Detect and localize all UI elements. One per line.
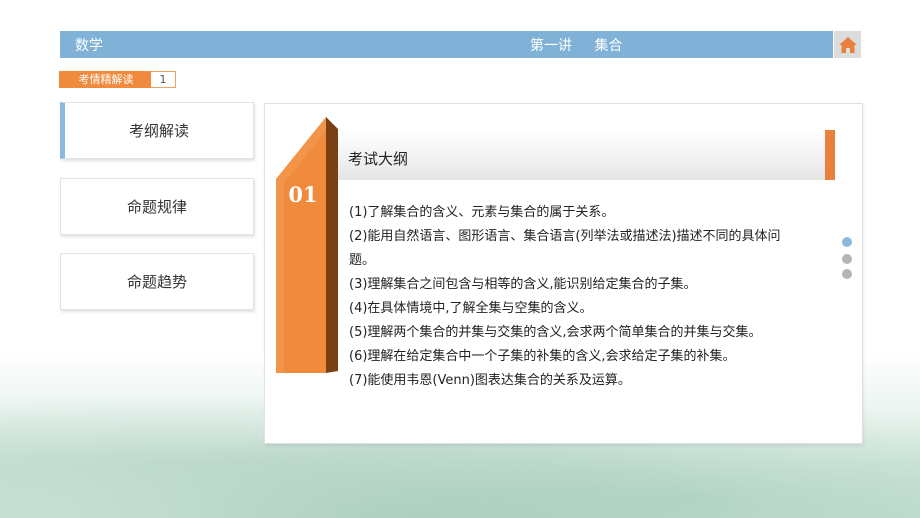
menu-item-trends[interactable]: 命题趋势 — [60, 253, 254, 310]
menu-item-syllabus[interactable]: 考纲解读 — [60, 102, 254, 159]
menu-item-label: 命题趋势 — [126, 273, 187, 291]
header-bar: 数学 第一讲 集合 — [60, 31, 833, 58]
menu-item-label: 命题规律 — [126, 198, 187, 216]
home-button[interactable] — [834, 31, 861, 58]
title-accent — [825, 130, 835, 180]
syllabus-item: (6)理解在给定集合中一个子集的补集的含义,会求给定子集的补集。 — [349, 349, 736, 364]
syllabus-item: (7)能使用韦恩(Venn)图表达集合的关系及运算。 — [349, 373, 631, 388]
section-number: 01 — [288, 182, 318, 207]
page-dot-2[interactable] — [842, 254, 852, 264]
title-bar: 考试大纲 — [338, 130, 835, 180]
syllabus-item: (2)能用自然语言、图形语言、集合语言(列举法或描述法)描述不同的具体问题。 — [349, 229, 781, 268]
syllabus-list: (1)了解集合的含义、元素与集合的属于关系。 (2)能用自然语言、图形语言、集合… — [349, 201, 801, 393]
section-tag-label: 考情精解读 — [59, 71, 151, 88]
menu-item-patterns[interactable]: 命题规律 — [60, 178, 254, 235]
syllabus-item: (1)了解集合的含义、元素与集合的属于关系。 — [349, 205, 615, 220]
section-tag-number: 1 — [151, 71, 176, 88]
subject-title: 数学 — [75, 38, 103, 54]
page-dot-3[interactable] — [842, 269, 852, 279]
section-tag: 考情精解读 1 — [59, 71, 176, 88]
syllabus-item: (4)在具体情境中,了解全集与空集的含义。 — [349, 301, 593, 316]
number-block — [276, 117, 338, 373]
page-dot-1[interactable] — [842, 237, 852, 247]
syllabus-item: (3)理解集合之间包含与相等的含义,能识别给定集合的子集。 — [349, 277, 697, 292]
syllabus-item: (5)理解两个集合的并集与交集的含义,会求两个简单集合的并集与交集。 — [349, 325, 762, 340]
menu-item-label: 考纲解读 — [128, 122, 189, 140]
home-icon — [838, 36, 857, 53]
panel-title: 考试大纲 — [348, 150, 409, 168]
lecture-title: 第一讲 集合 — [530, 38, 623, 54]
